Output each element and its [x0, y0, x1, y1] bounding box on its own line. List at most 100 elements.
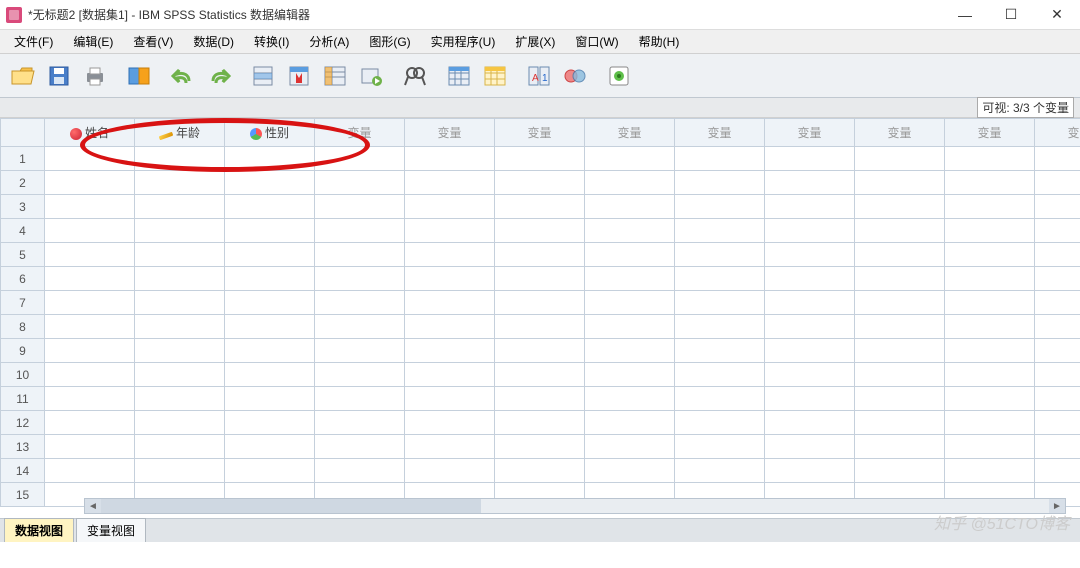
menu-data[interactable]: 数据(D) [183, 30, 244, 53]
cell[interactable] [135, 387, 225, 411]
cell[interactable] [135, 219, 225, 243]
cell[interactable] [225, 219, 315, 243]
cell[interactable] [225, 435, 315, 459]
cell[interactable] [585, 315, 675, 339]
table-row[interactable]: 11 [1, 387, 1080, 411]
cell[interactable] [945, 195, 1035, 219]
cell[interactable] [675, 291, 765, 315]
row-number[interactable]: 12 [1, 411, 45, 435]
column-placeholder[interactable]: 变量 [405, 119, 495, 147]
column-placeholder[interactable]: 变量 [765, 119, 855, 147]
cell[interactable] [225, 459, 315, 483]
cell[interactable] [585, 267, 675, 291]
menu-transform[interactable]: 转换(I) [244, 30, 299, 53]
cell[interactable] [135, 147, 225, 171]
tab-variable-view[interactable]: 变量视图 [76, 518, 146, 542]
cell[interactable] [675, 147, 765, 171]
cell[interactable] [315, 459, 405, 483]
cell[interactable] [945, 435, 1035, 459]
cell[interactable] [585, 243, 675, 267]
cell[interactable] [495, 243, 585, 267]
cell[interactable] [945, 459, 1035, 483]
tab-data-view[interactable]: 数据视图 [4, 518, 74, 542]
cell[interactable] [675, 459, 765, 483]
cell[interactable] [315, 315, 405, 339]
data-grid[interactable]: 姓名 年龄 性别 变量 变量 变量 变量 变量 变量 变量 变量 变量 1234… [0, 118, 1080, 507]
cell[interactable] [315, 339, 405, 363]
cell[interactable] [405, 147, 495, 171]
cell[interactable] [225, 411, 315, 435]
cell[interactable] [945, 387, 1035, 411]
row-number[interactable]: 5 [1, 243, 45, 267]
cell[interactable] [495, 219, 585, 243]
cell[interactable] [495, 267, 585, 291]
row-number[interactable]: 10 [1, 363, 45, 387]
cell[interactable] [765, 195, 855, 219]
cell[interactable] [855, 243, 945, 267]
cell[interactable] [1035, 243, 1080, 267]
scroll-right-arrow[interactable]: ► [1049, 499, 1065, 513]
cell[interactable] [675, 267, 765, 291]
cell[interactable] [45, 243, 135, 267]
cell[interactable] [1035, 435, 1080, 459]
cell[interactable] [585, 291, 675, 315]
scroll-thumb[interactable] [101, 499, 481, 513]
cell[interactable] [405, 459, 495, 483]
cell[interactable] [1035, 315, 1080, 339]
cell[interactable] [405, 267, 495, 291]
cell[interactable] [405, 435, 495, 459]
cell[interactable] [675, 363, 765, 387]
cell[interactable] [585, 435, 675, 459]
cell[interactable] [225, 339, 315, 363]
cell[interactable] [855, 291, 945, 315]
cell[interactable] [765, 291, 855, 315]
menu-edit[interactable]: 编辑(E) [63, 30, 123, 53]
cell[interactable] [855, 195, 945, 219]
table-row[interactable]: 14 [1, 459, 1080, 483]
table-row[interactable]: 1 [1, 147, 1080, 171]
cell[interactable] [855, 267, 945, 291]
insert-cases-button[interactable] [442, 59, 476, 93]
cell[interactable] [495, 363, 585, 387]
table-row[interactable]: 4 [1, 219, 1080, 243]
recall-dialog-button[interactable] [122, 59, 156, 93]
row-number[interactable]: 9 [1, 339, 45, 363]
table-row[interactable]: 2 [1, 171, 1080, 195]
table-row[interactable]: 12 [1, 411, 1080, 435]
row-number[interactable]: 6 [1, 267, 45, 291]
cell[interactable] [675, 243, 765, 267]
close-button[interactable]: ✕ [1034, 0, 1080, 30]
column-placeholder[interactable]: 变量 [1035, 119, 1080, 147]
cell[interactable] [1035, 411, 1080, 435]
cell[interactable] [675, 315, 765, 339]
cell[interactable] [495, 291, 585, 315]
cell[interactable] [315, 147, 405, 171]
run-button[interactable] [354, 59, 388, 93]
cell[interactable] [855, 219, 945, 243]
cell[interactable] [1035, 267, 1080, 291]
cell[interactable] [945, 315, 1035, 339]
scroll-left-arrow[interactable]: ◄ [85, 499, 101, 513]
cell[interactable] [315, 243, 405, 267]
redo-button[interactable] [202, 59, 236, 93]
save-button[interactable] [42, 59, 76, 93]
cell[interactable] [315, 387, 405, 411]
menu-analyze[interactable]: 分析(A) [299, 30, 359, 53]
cell[interactable] [1035, 219, 1080, 243]
cell[interactable] [225, 171, 315, 195]
cell[interactable] [315, 435, 405, 459]
row-number[interactable]: 8 [1, 315, 45, 339]
cell[interactable] [855, 315, 945, 339]
cell[interactable] [495, 339, 585, 363]
cell[interactable] [45, 195, 135, 219]
row-number[interactable]: 3 [1, 195, 45, 219]
insert-variable-button[interactable] [478, 59, 512, 93]
minimize-button[interactable]: — [942, 0, 988, 30]
cell[interactable] [675, 339, 765, 363]
row-number[interactable]: 1 [1, 147, 45, 171]
menu-utilities[interactable]: 实用程序(U) [421, 30, 506, 53]
menu-window[interactable]: 窗口(W) [565, 30, 628, 53]
cell[interactable] [135, 171, 225, 195]
cell[interactable] [1035, 363, 1080, 387]
cell[interactable] [585, 387, 675, 411]
